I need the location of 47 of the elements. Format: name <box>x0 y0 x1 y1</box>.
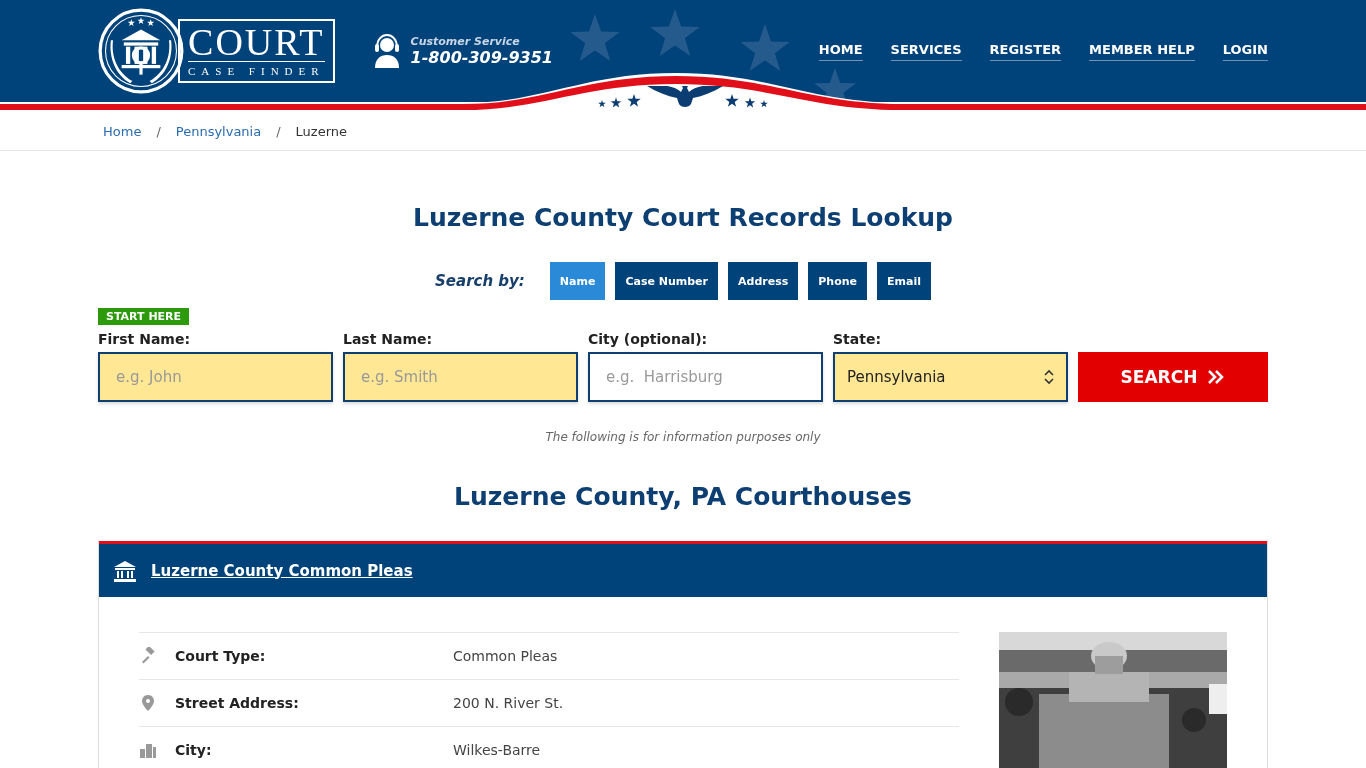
input-field[interactable]: e.g. Harrisburg <box>588 352 823 402</box>
search-by-label: Search by: <box>435 272 525 290</box>
nav-link[interactable]: SERVICES <box>890 41 962 61</box>
breadcrumb-link[interactable]: Pennsylvania <box>170 123 267 139</box>
logo-tagline: CASE FINDER <box>188 65 325 77</box>
headset-icon <box>372 34 401 68</box>
detail-value: 200 N. River St. <box>453 695 564 711</box>
search-tab[interactable]: Address <box>728 262 799 300</box>
field-label: State: <box>833 331 882 347</box>
double-chevron-icon <box>1207 369 1226 385</box>
field-label: Last Name: <box>343 331 434 347</box>
search-tab[interactable]: Phone <box>808 262 867 300</box>
start-here-badge: START HERE <box>98 308 190 325</box>
input-field[interactable]: e.g. John <box>98 352 333 402</box>
info-note: The following is for information purposes only <box>544 430 822 444</box>
detail-label: Street Address: <box>175 695 300 711</box>
breadcrumb-separator: / <box>275 123 282 139</box>
logo-emblem-icon <box>98 8 184 94</box>
page-title: Luzerne County Court Records Lookup <box>412 203 954 232</box>
detail-value: Common Pleas <box>453 648 558 664</box>
location-pin-icon <box>139 694 157 712</box>
search-button[interactable]: SEARCH <box>1078 352 1268 402</box>
nav-link[interactable]: HOME <box>818 41 863 61</box>
logo-text: COURT <box>188 23 325 62</box>
state-select[interactable]: Pennsylvania <box>833 352 1068 402</box>
up-down-caret-icon <box>1044 368 1054 386</box>
phone-link[interactable]: 1-800-309-9351 <box>410 48 553 67</box>
support-label: Customer Service <box>410 35 521 48</box>
breadcrumb-link[interactable]: Home <box>98 123 147 139</box>
search-tab[interactable]: Case Number <box>615 262 718 300</box>
courthouse-link[interactable]: Luzerne County Common Pleas <box>151 561 413 580</box>
breadcrumb-current: Luzerne <box>294 123 349 139</box>
nav-link[interactable]: REGISTER <box>989 41 1062 61</box>
breadcrumb-separator: / <box>155 123 162 139</box>
field-label: First Name: <box>98 331 191 347</box>
nav-link[interactable]: LOGIN <box>1222 41 1268 61</box>
detail-label: City: <box>175 742 213 758</box>
search-tab[interactable]: Name <box>549 262 606 300</box>
section-title: Luzerne County, PA Courthouses <box>453 482 913 511</box>
logo[interactable]: COURT CASE FINDER <box>98 8 335 94</box>
input-field[interactable]: e.g. Smith <box>343 352 578 402</box>
nav-link[interactable]: MEMBER HELP <box>1089 41 1195 61</box>
detail-value: Wilkes-Barre <box>453 742 541 758</box>
field-label: City (optional): <box>588 331 709 347</box>
courthouse-icon <box>113 559 137 582</box>
detail-label: Court Type: <box>175 648 267 664</box>
search-tab[interactable]: Email <box>877 262 931 300</box>
